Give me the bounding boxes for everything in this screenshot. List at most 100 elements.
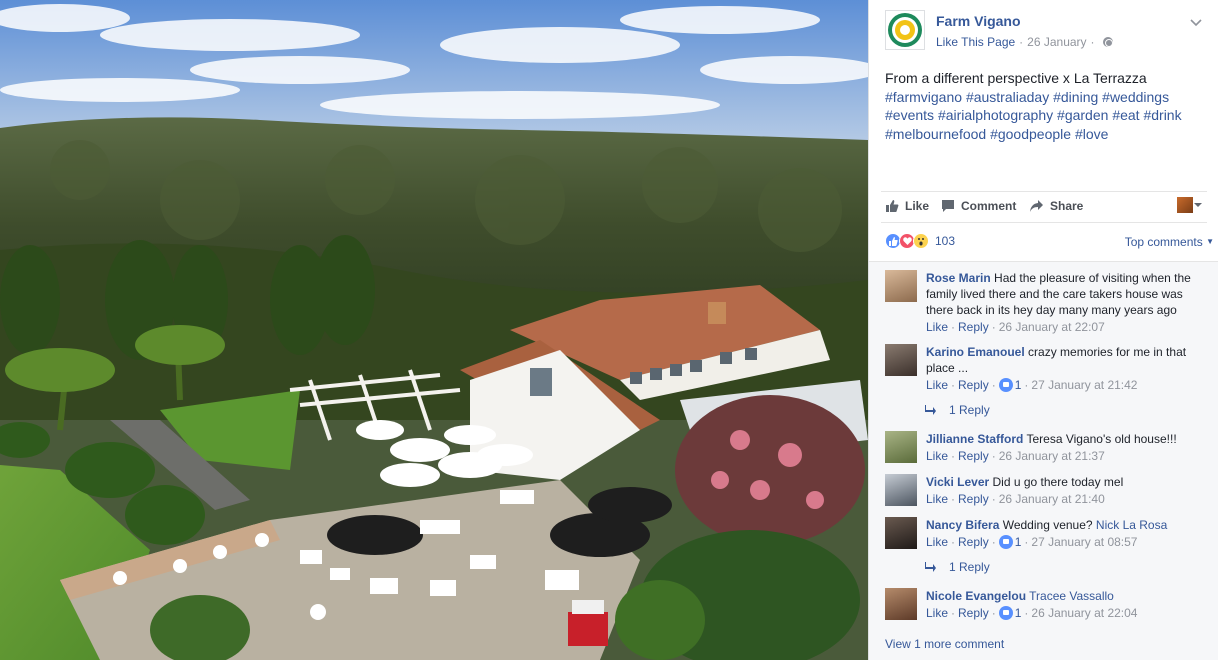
comment-body: Rose Marin Had the pleasure of visiting …: [926, 270, 1212, 335]
globe-icon: [1102, 37, 1113, 47]
comment-body: Nancy Bifera Wedding venue? Nick La Rosa…: [926, 517, 1212, 550]
caret-down-icon: ▼: [1206, 237, 1214, 246]
comment-actions: Like · Reply · 1 · 26 January at 22:04: [926, 606, 1138, 620]
meta-separator: ·: [1019, 35, 1024, 49]
comment-sort-dropdown[interactable]: Top comments ▼: [1125, 235, 1214, 249]
hashtag[interactable]: #goodpeople: [990, 126, 1071, 142]
reaction-count: 103: [935, 234, 956, 248]
comment-timestamp[interactable]: 26 January at 21:40: [999, 492, 1105, 506]
hashtag[interactable]: #weddings: [1102, 89, 1169, 105]
thumbs-up-icon: [886, 200, 899, 212]
commenter-name[interactable]: Jillianne Stafford: [926, 432, 1023, 446]
comment-like-link[interactable]: Like: [926, 378, 948, 392]
comment-timestamp[interactable]: 27 January at 08:57: [1031, 535, 1137, 549]
like-button[interactable]: Like: [885, 199, 929, 213]
comment-text: Wedding venue?: [1002, 518, 1093, 532]
like-page-link[interactable]: Like This Page: [936, 35, 1015, 49]
thumbs-up-icon: [998, 606, 1013, 620]
commenter-avatar[interactable]: [885, 588, 917, 620]
comment-like-count[interactable]: 1: [1015, 535, 1022, 549]
hashtag[interactable]: #dining: [1053, 89, 1098, 105]
hashtag[interactable]: #airialphotography: [938, 107, 1053, 123]
comment-reply-link[interactable]: Reply: [958, 378, 989, 392]
tagged-user-link[interactable]: Nick La Rosa: [1096, 518, 1167, 532]
post-action-bar: Like Comment Share: [881, 191, 1207, 223]
comment-reply-link[interactable]: Reply: [958, 449, 989, 463]
share-button-label: Share: [1050, 199, 1084, 213]
comment-button[interactable]: Comment: [941, 199, 1016, 213]
comment-text: Teresa Vigano's old house!!!: [1026, 432, 1177, 446]
comment-text: Did u go there today mel: [992, 475, 1124, 489]
reply-arrow-icon: [925, 405, 936, 415]
share-arrow-icon: [1030, 200, 1043, 212]
comment-body: Jillianne Stafford Teresa Vigano's old h…: [926, 431, 1212, 464]
hashtag[interactable]: #drink: [1143, 107, 1181, 123]
comment-reply-link[interactable]: Reply: [958, 535, 989, 549]
chevron-down-icon[interactable]: [1189, 16, 1203, 30]
comment-like-link[interactable]: Like: [926, 449, 948, 463]
post-text: From a different perspective x La Terraz…: [885, 69, 1207, 143]
hashtag[interactable]: #farmvigano: [885, 89, 962, 105]
comment-timestamp[interactable]: 27 January at 21:42: [1031, 378, 1137, 392]
commenter-name[interactable]: Karino Emanouel: [926, 345, 1025, 359]
comment-actions: Like · Reply · 1 · 27 January at 08:57: [926, 535, 1138, 549]
post-date[interactable]: 26 January: [1027, 35, 1086, 49]
comment-reply-link[interactable]: Reply: [958, 320, 989, 334]
view-replies-link[interactable]: 1 Reply: [925, 403, 990, 417]
commenter-name[interactable]: Nancy Bifera: [926, 518, 999, 532]
caret-down-icon: [1194, 203, 1202, 207]
view-replies-link[interactable]: 1 Reply: [925, 560, 990, 574]
comment-button-label: Comment: [961, 199, 1017, 213]
aerial-farm-photo: [0, 0, 868, 660]
comment-like-link[interactable]: Like: [926, 492, 948, 506]
comment-reply-link[interactable]: Reply: [958, 492, 989, 506]
comment-actions: Like · Reply · 26 January at 21:40: [926, 492, 1105, 506]
comment-like-link[interactable]: Like: [926, 606, 948, 620]
post-caption: From a different perspective x La Terraz…: [885, 70, 1147, 86]
comment-timestamp[interactable]: 26 January at 22:04: [1031, 606, 1137, 620]
comment-timestamp[interactable]: 26 January at 21:37: [999, 449, 1105, 463]
hashtag[interactable]: #love: [1075, 126, 1108, 142]
commenter-avatar[interactable]: [885, 474, 917, 506]
viewer-avatar: [1177, 197, 1193, 213]
commenter-avatar[interactable]: [885, 517, 917, 549]
hashtag[interactable]: #australiaday: [966, 89, 1049, 105]
hashtag[interactable]: #garden: [1057, 107, 1108, 123]
share-button[interactable]: Share: [1029, 199, 1083, 213]
thumbs-up-icon: [998, 378, 1013, 392]
thumbs-up-icon: [998, 535, 1013, 549]
comment-actions: Like · Reply · 26 January at 22:07: [926, 320, 1105, 334]
hashtag[interactable]: #eat: [1112, 107, 1139, 123]
wow-icon: [913, 233, 929, 249]
page-name-link[interactable]: Farm Vigano: [936, 13, 1021, 29]
comment-timestamp[interactable]: 26 January at 22:07: [999, 320, 1105, 334]
commenter-name[interactable]: Rose Marin: [926, 271, 991, 285]
replies-count-label: 1 Reply: [949, 560, 990, 574]
page-avatar[interactable]: [885, 10, 925, 50]
commenter-avatar[interactable]: [885, 431, 917, 463]
hashtag[interactable]: #melbournefood: [885, 126, 986, 142]
comment-like-link[interactable]: Like: [926, 320, 948, 334]
viewer-identity-picker[interactable]: [1177, 197, 1203, 213]
comment-like-link[interactable]: Like: [926, 535, 948, 549]
commenter-avatar[interactable]: [885, 344, 917, 376]
comments-section: Rose Marin Had the pleasure of visiting …: [869, 261, 1218, 660]
reactions-summary[interactable]: 103: [885, 233, 955, 249]
comment-reply-link[interactable]: Reply: [958, 606, 989, 620]
meta-separator-2: ·: [1090, 35, 1095, 49]
hashtag[interactable]: #events: [885, 107, 934, 123]
commenter-name[interactable]: Nicole Evangelou: [926, 589, 1026, 603]
commenter-avatar[interactable]: [885, 270, 917, 302]
commenter-name[interactable]: Vicki Lever: [926, 475, 989, 489]
comment-sort-label: Top comments: [1124, 235, 1203, 249]
post-photo[interactable]: [0, 0, 868, 660]
reply-arrow-icon: [925, 562, 936, 572]
view-more-comments-link[interactable]: View 1 more comment: [885, 637, 1004, 651]
comment-body: Vicki Lever Did u go there today mel Lik…: [926, 474, 1212, 507]
comment-actions: Like · Reply · 1 · 27 January at 21:42: [926, 378, 1138, 392]
comment-actions: Like · Reply · 26 January at 21:37: [926, 449, 1105, 463]
post-header: Farm Vigano Like This Page · 26 January ·: [885, 10, 1205, 54]
tagged-user-link[interactable]: Tracee Vassallo: [1029, 589, 1114, 603]
comment-like-count[interactable]: 1: [1015, 378, 1022, 392]
comment-like-count[interactable]: 1: [1015, 606, 1022, 620]
